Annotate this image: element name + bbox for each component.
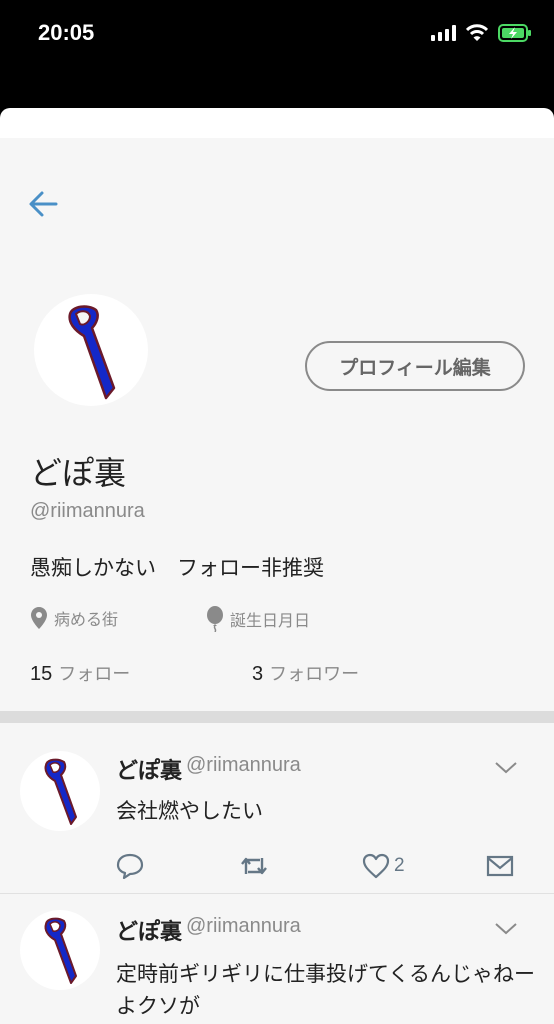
profile-bio: 愚痴しかない フォロー非推奨 bbox=[30, 556, 324, 580]
following-label: フォロー bbox=[58, 664, 131, 685]
profile-handle: @riimannura bbox=[30, 500, 145, 522]
sheet-top bbox=[0, 108, 554, 138]
arrow-left-icon bbox=[29, 191, 58, 217]
tie-avatar-image bbox=[44, 917, 77, 984]
location-text: 病める街 bbox=[54, 610, 119, 629]
tie-avatar-image bbox=[44, 758, 77, 825]
edit-profile-button[interactable]: プロフィール編集 bbox=[305, 341, 525, 391]
retweet-button[interactable] bbox=[240, 854, 268, 878]
cellular-signal-icon bbox=[431, 25, 456, 41]
tweet-author-handle: @riimannura bbox=[186, 754, 301, 776]
following-count-link[interactable]: 15 フォロー bbox=[30, 660, 130, 686]
tweet-text: 会社燃やしたい bbox=[116, 799, 263, 823]
heart-icon bbox=[362, 853, 390, 879]
birthday-text: 誕生日月日 bbox=[230, 611, 311, 630]
direct-message-button[interactable] bbox=[486, 855, 514, 877]
wifi-icon bbox=[466, 24, 488, 41]
tweet-author-name: どぽ裏 bbox=[116, 759, 183, 784]
back-button[interactable] bbox=[26, 186, 62, 222]
following-count: 15 bbox=[30, 663, 53, 685]
like-button[interactable]: 2 bbox=[362, 853, 405, 879]
tweet-avatar[interactable] bbox=[20, 910, 100, 990]
tweet-text: 定時前ギリギリに仕事投げてくるんじゃねーよクソが bbox=[116, 962, 535, 1018]
envelope-icon bbox=[486, 855, 514, 877]
reply-button[interactable] bbox=[116, 853, 144, 879]
battery-charging-icon bbox=[498, 24, 531, 42]
profile-location: 病める街 bbox=[30, 606, 118, 630]
like-count: 2 bbox=[394, 855, 405, 876]
tweet-author-handle: @riimannura bbox=[186, 915, 301, 937]
tweet-author-name: どぽ裏 bbox=[116, 920, 183, 945]
profile-birthday: 誕生日月日 bbox=[206, 606, 310, 632]
followers-count-link[interactable]: 3 フォロワー bbox=[252, 660, 359, 686]
profile-avatar[interactable] bbox=[34, 294, 148, 406]
chevron-down-icon[interactable] bbox=[494, 922, 518, 936]
status-bar: 20:05 bbox=[0, 0, 554, 108]
followers-label: フォロワー bbox=[269, 664, 360, 685]
section-divider bbox=[0, 711, 554, 723]
status-icons bbox=[431, 24, 532, 42]
balloon-icon bbox=[207, 606, 223, 632]
tweet-item[interactable]: どぽ裏 @riimannura 定時前ギリギリに仕事投げてくるんじゃねーよクソが bbox=[0, 894, 554, 1024]
location-pin-icon bbox=[31, 607, 47, 629]
tie-avatar-image bbox=[68, 305, 116, 400]
profile-display-name: どぽ裏 bbox=[30, 454, 127, 492]
followers-count: 3 bbox=[252, 663, 264, 685]
tweet-item[interactable]: どぽ裏 @riimannura 会社燃やしたい 2 bbox=[0, 723, 554, 894]
retweet-icon bbox=[241, 857, 267, 875]
tweet-avatar[interactable] bbox=[20, 751, 100, 831]
status-time: 20:05 bbox=[38, 20, 95, 45]
chevron-down-icon[interactable] bbox=[494, 761, 518, 775]
profile-screen: プロフィール編集 どぽ裏 @riimannura 愚痴しかない フォロー非推奨 … bbox=[0, 138, 554, 1024]
reply-icon bbox=[116, 853, 144, 879]
